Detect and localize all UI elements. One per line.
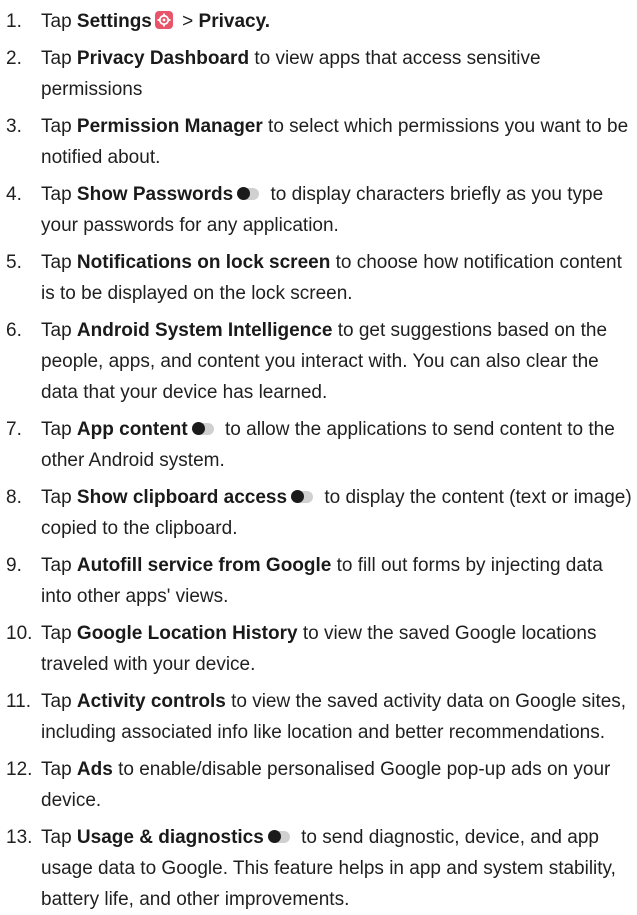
step-bold-term: Android System Intelligence — [76, 320, 333, 341]
step-prefix: Tap — [41, 419, 77, 440]
list-item: 9. Tap Autofill service from Google to f… — [0, 550, 637, 612]
step-prefix: Tap — [41, 759, 77, 780]
step-prefix: Tap — [41, 623, 77, 644]
step-prefix: Tap — [41, 691, 77, 712]
list-item: 2. Tap Privacy Dashboard to view apps th… — [0, 43, 637, 105]
list-item: 12. Tap Ads to enable/disable personalis… — [0, 754, 637, 816]
list-item: 11. Tap Activity controls to view the sa… — [0, 686, 637, 748]
list-item: 5. Tap Notifications on lock screen to c… — [0, 247, 637, 309]
list-item: 6. Tap Android System Intelligence to ge… — [0, 315, 637, 408]
step-text: Tap Autofill service from Google to fill… — [41, 550, 637, 612]
step-text: Tap App content to allow the application… — [41, 414, 637, 476]
list-item: 1. Tap Settings > Privacy. — [0, 6, 637, 37]
list-item: 10. Tap Google Location History to view … — [0, 618, 637, 680]
step-prefix: Tap — [41, 11, 77, 32]
step-prefix: Tap — [41, 827, 77, 848]
instruction-list: 1. Tap Settings > Privacy. 2. Tap Privac… — [0, 0, 637, 915]
step-bold-term-2: Privacy. — [198, 11, 271, 32]
step-text: Tap Activity controls to view the saved … — [41, 686, 637, 748]
step-text: Tap Usage & diagnostics to send diagnost… — [41, 822, 637, 915]
step-text: Tap Show Passwords to display characters… — [41, 179, 637, 241]
step-bold-term: Permission Manager — [76, 116, 263, 137]
step-text: Tap Privacy Dashboard to view apps that … — [41, 43, 637, 105]
step-bold-term: Autofill service from Google — [76, 555, 332, 576]
step-bold-term: App content — [76, 419, 188, 440]
step-prefix: Tap — [41, 320, 77, 341]
step-text: Tap Google Location History to view the … — [41, 618, 637, 680]
step-bold-term: Show clipboard access — [76, 487, 288, 508]
list-item: 13. Tap Usage & diagnostics to send diag… — [0, 822, 637, 915]
toggle-icon — [191, 422, 214, 435]
step-bold-term: Settings — [76, 11, 152, 32]
step-number: 8. — [6, 487, 22, 508]
step-bold-term: Notifications on lock screen — [76, 252, 331, 273]
step-number: 11. — [6, 691, 32, 712]
step-number: 6. — [6, 320, 22, 341]
step-number: 9. — [6, 555, 22, 576]
step-bold-term: Google Location History — [76, 623, 298, 644]
step-bold-term: Activity controls — [76, 691, 226, 712]
step-number: 10. — [6, 623, 33, 644]
step-text: Tap Permission Manager to select which p… — [41, 111, 637, 173]
step-prefix: Tap — [41, 487, 77, 508]
list-item: 4. Tap Show Passwords to display charact… — [0, 179, 637, 241]
step-number: 5. — [6, 252, 22, 273]
step-text: Tap Notifications on lock screen to choo… — [41, 247, 637, 309]
toggle-icon — [291, 490, 314, 503]
step-description: to enable/disable personalised Google po… — [41, 759, 611, 811]
step-prefix: Tap — [41, 252, 77, 273]
step-number: 2. — [6, 48, 22, 69]
step-number: 13. — [6, 827, 33, 848]
toggle-icon — [267, 830, 290, 843]
step-text: Tap Show clipboard access to display the… — [41, 482, 637, 544]
step-bold-term: Privacy Dashboard — [76, 48, 250, 69]
step-prefix: Tap — [41, 184, 77, 205]
step-number: 4. — [6, 184, 22, 205]
toggle-icon — [237, 187, 260, 200]
step-text: Tap Ads to enable/disable personalised G… — [41, 754, 637, 816]
step-bold-term: Usage & diagnostics — [76, 827, 264, 848]
list-item: 3. Tap Permission Manager to select whic… — [0, 111, 637, 173]
list-item: 7. Tap App content to allow the applicat… — [0, 414, 637, 476]
step-separator: > — [176, 11, 199, 32]
step-number: 3. — [6, 116, 22, 137]
step-prefix: Tap — [41, 555, 77, 576]
step-bold-term: Ads — [76, 759, 113, 780]
step-number: 1. — [6, 11, 22, 32]
list-item: 8. Tap Show clipboard access to display … — [0, 482, 637, 544]
step-prefix: Tap — [41, 48, 77, 69]
step-bold-term: Show Passwords — [76, 184, 234, 205]
settings-gear-icon — [154, 11, 173, 29]
step-text: Tap Android System Intelligence to get s… — [41, 315, 637, 408]
step-number: 12. — [6, 759, 33, 780]
step-prefix: Tap — [41, 116, 77, 137]
step-number: 7. — [6, 419, 22, 440]
step-text: Tap Settings > Privacy. — [41, 6, 637, 37]
